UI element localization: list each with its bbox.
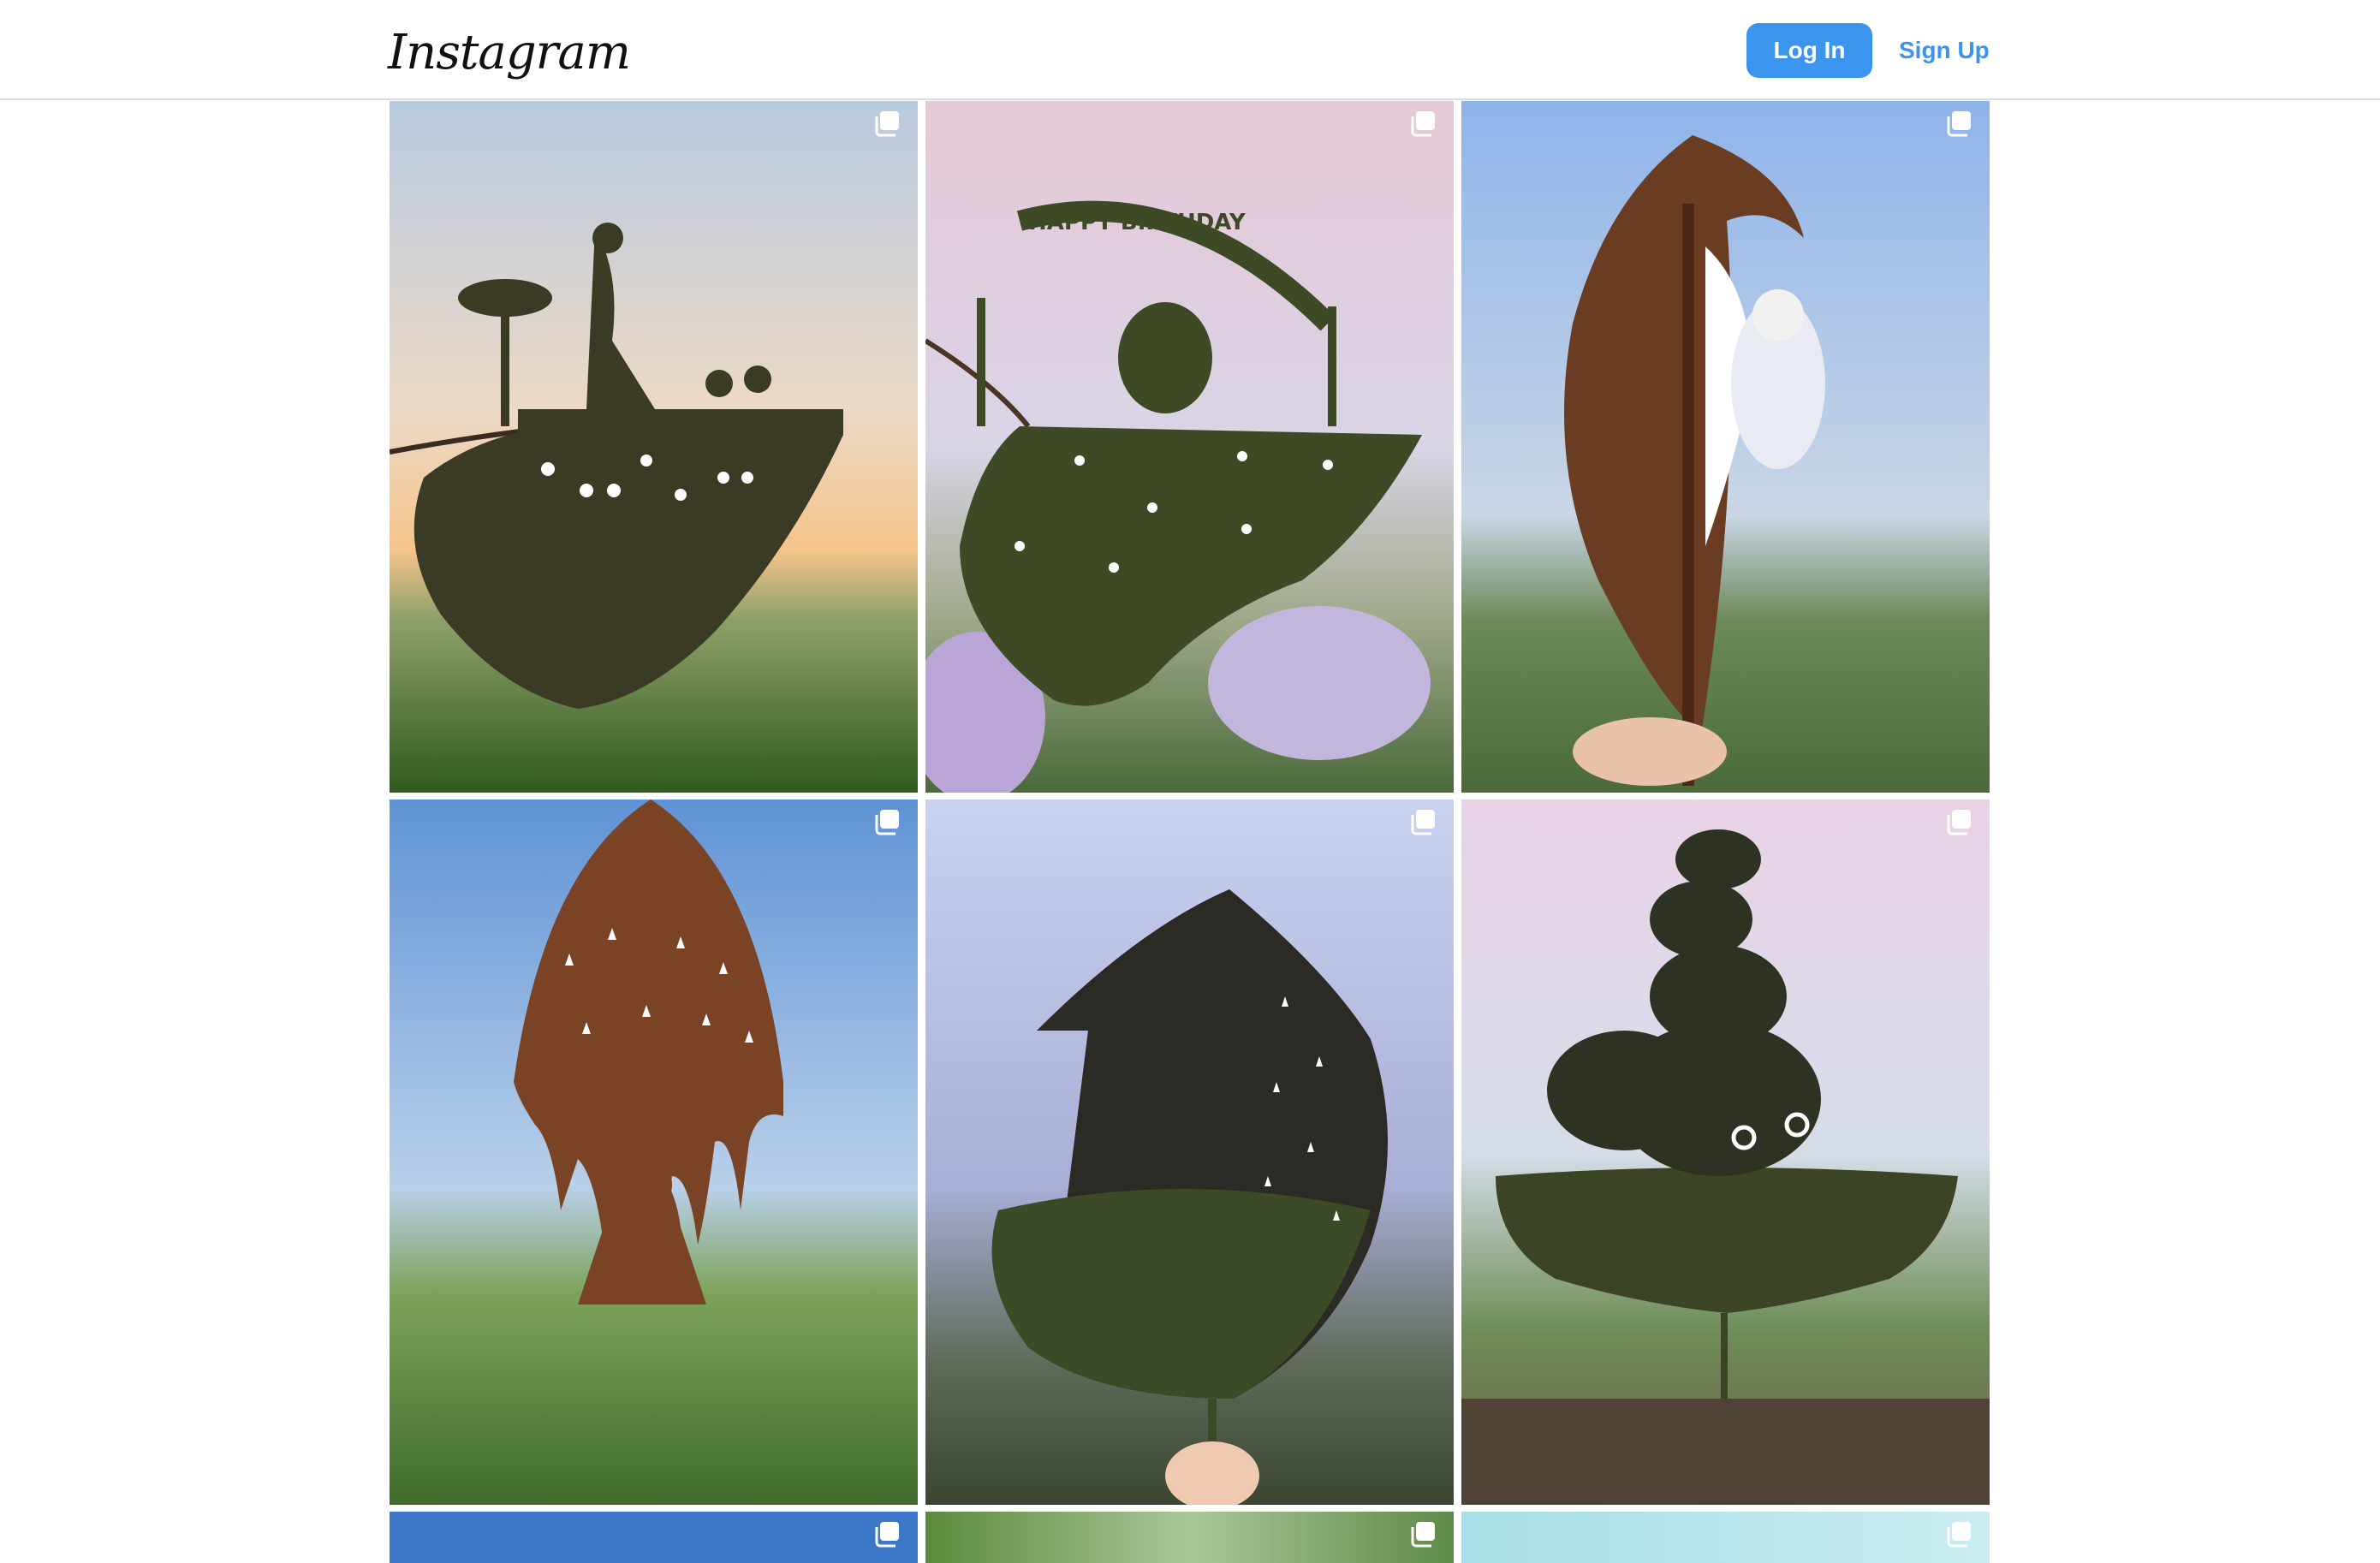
post-image: [390, 799, 918, 1505]
multiple-images-icon: [875, 810, 899, 835]
post-thumbnail-1[interactable]: [390, 101, 918, 793]
post-thumbnail-5[interactable]: [925, 799, 1454, 1505]
post-image: [390, 101, 918, 793]
multiple-images-icon: [1411, 1522, 1435, 1548]
post-thumbnail-2[interactable]: HAPPY BIRTHDAY: [925, 101, 1454, 793]
instagram-logo[interactable]: Instagram: [388, 19, 631, 87]
multiple-images-icon: [1411, 111, 1435, 137]
multiple-images-icon: [1411, 810, 1435, 835]
multiple-images-icon: [1947, 111, 1971, 137]
post-image: [925, 799, 1454, 1505]
post-image: [1461, 101, 1990, 793]
post-thumbnail-4[interactable]: [390, 799, 918, 1505]
sign-up-link[interactable]: Sign Up: [1899, 23, 1990, 78]
post-image: [1461, 799, 1990, 1505]
post-image: HAPPY BIRTHDAY: [925, 101, 1454, 793]
log-in-button[interactable]: Log In: [1746, 23, 1872, 78]
multiple-images-icon: [1947, 1522, 1971, 1548]
post-thumbnail-9[interactable]: [1461, 1512, 1990, 1563]
post-thumbnail-3[interactable]: [1461, 101, 1990, 793]
post-thumbnail-6[interactable]: [1461, 799, 1990, 1505]
post-thumbnail-7[interactable]: [390, 1512, 918, 1563]
multiple-images-icon: [875, 111, 899, 137]
multiple-images-icon: [1947, 810, 1971, 835]
svg-text:HAPPY BIRTHDAY: HAPPY BIRTHDAY: [1028, 210, 1247, 235]
multiple-images-icon: [875, 1522, 899, 1548]
post-thumbnail-8[interactable]: [925, 1512, 1454, 1563]
top-navbar: Instagram Log In Sign Up: [0, 0, 2380, 100]
